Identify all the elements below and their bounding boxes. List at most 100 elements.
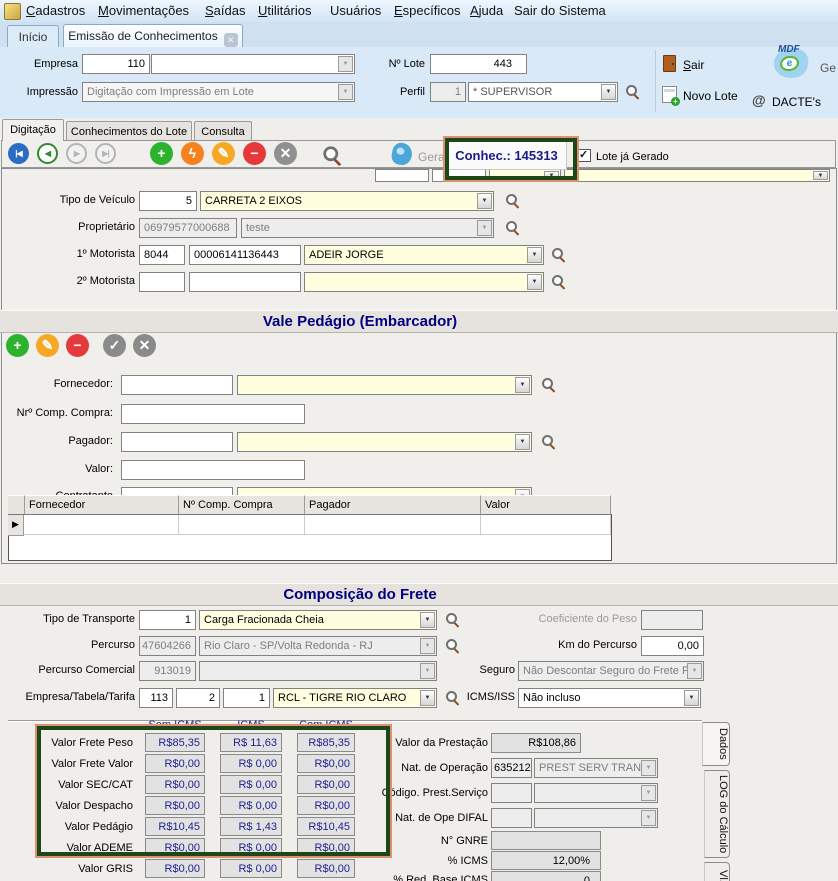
tab-digitacao[interactable]: Digitação — [2, 119, 64, 141]
nav-last-button[interactable]: ▶| — [95, 143, 116, 164]
mdfe-logo[interactable]: MDF e — [768, 44, 818, 82]
empresa-combobox[interactable]: ▼ — [151, 54, 355, 74]
pagador-code-field[interactable] — [121, 432, 233, 452]
clipped-combobox[interactable]: ▼ — [489, 169, 561, 182]
menu-ajuda[interactable]: Ajuda — [470, 3, 503, 18]
dropdown-arrow-icon[interactable]: ▼ — [813, 171, 828, 180]
fornecedor-code-field[interactable] — [121, 375, 233, 395]
tipo-veiculo-combobox[interactable]: CARRETA 2 EIXOS ▼ — [200, 191, 494, 211]
tab-emissao-conhecimentos[interactable]: Emissão de Conhecimentos✕ — [63, 24, 243, 47]
tarifa-combobox[interactable]: RCL - TIGRE RIO CLARO ▼ — [273, 688, 437, 708]
side-tab-dados[interactable]: Dados — [702, 722, 730, 766]
icms-iss-combobox[interactable]: Não incluso ▼ — [518, 688, 701, 708]
dropdown-arrow-icon[interactable]: ▼ — [477, 220, 492, 236]
nat-operacao-combobox[interactable]: PREST SERV TRANSI ▼ — [534, 758, 658, 778]
vp-confirm-button[interactable]: ✓ — [103, 334, 126, 357]
dropdown-arrow-icon[interactable]: ▼ — [477, 193, 492, 209]
sair-button[interactable]: Sair — [683, 58, 704, 72]
clipped-combobox[interactable]: ▼ — [564, 169, 830, 182]
dropdown-arrow-icon[interactable]: ▼ — [641, 785, 656, 801]
clipped-field[interactable] — [432, 169, 486, 182]
cancel-button[interactable]: ✕ — [274, 142, 297, 165]
percurso-combobox[interactable]: Rio Claro - SP/Volta Redonda - RJ ▼ — [199, 636, 437, 656]
dropdown-arrow-icon[interactable]: ▼ — [527, 274, 542, 290]
cod-prest-combobox[interactable]: ▼ — [534, 783, 658, 803]
nat-difal-code-field[interactable] — [491, 808, 532, 828]
percurso-search-icon[interactable] — [445, 638, 461, 654]
dropdown-arrow-icon[interactable]: ▼ — [420, 663, 435, 679]
vp-cancel-button[interactable]: ✕ — [133, 334, 156, 357]
tab-conhecimentos-do-lote[interactable]: Conhecimentos do Lote — [66, 121, 192, 141]
close-tab-icon[interactable]: ✕ — [224, 33, 238, 47]
motorista1-doc-field[interactable]: 00006141136443 — [189, 245, 301, 265]
fornecedor-search-icon[interactable] — [541, 377, 557, 393]
pagador-combobox[interactable]: ▼ — [237, 432, 532, 452]
novo-lote-button[interactable]: Novo Lote — [683, 89, 738, 103]
menu-usuarios[interactable]: Usuários — [330, 3, 381, 18]
dropdown-arrow-icon[interactable]: ▼ — [684, 690, 699, 706]
grid-row-selector[interactable]: ▶ — [8, 515, 24, 536]
gerar-label[interactable]: Gerar — [418, 150, 449, 164]
motorista1-code-field[interactable]: 8044 — [139, 245, 185, 265]
fornecedor-combobox[interactable]: ▼ — [237, 375, 532, 395]
dropdown-arrow-icon[interactable]: ▼ — [338, 56, 353, 72]
vp-insert-button[interactable]: + — [6, 334, 29, 357]
impressao-combobox[interactable]: Digitação com Impressão em Lote ▼ — [82, 82, 355, 102]
grid-header-pagador[interactable]: Pagador — [305, 495, 481, 515]
pagador-search-icon[interactable] — [541, 434, 557, 450]
menu-sair-do-sistema[interactable]: Sair do Sistema — [514, 3, 606, 18]
motorista2-code-field[interactable] — [139, 272, 185, 292]
percurso-code-field[interactable]: 47604266 — [139, 636, 196, 656]
menu-especificos[interactable]: Específicos — [394, 3, 460, 18]
tab-consulta[interactable]: Consulta — [194, 121, 252, 141]
delete-button[interactable]: − — [243, 142, 266, 165]
tipo-transporte-code-field[interactable]: 1 — [139, 610, 196, 630]
dropdown-arrow-icon[interactable]: ▼ — [420, 612, 435, 628]
perfil-search-icon[interactable] — [625, 84, 641, 100]
tipo-veiculo-code-field[interactable]: 5 — [139, 191, 197, 211]
dropdown-arrow-icon[interactable]: ▼ — [515, 434, 530, 450]
dropdown-arrow-icon[interactable]: ▼ — [515, 377, 530, 393]
km-percurso-field[interactable]: 0,00 — [641, 636, 704, 656]
valor-field[interactable] — [121, 460, 305, 480]
grid-header-valor[interactable]: Valor — [481, 495, 611, 515]
grid-header-comp-compra[interactable]: Nº Comp. Compra — [179, 495, 305, 515]
dropdown-arrow-icon[interactable]: ▼ — [527, 247, 542, 263]
dropdown-arrow-icon[interactable]: ▼ — [601, 84, 616, 100]
perfil-combobox[interactable]: * SUPERVISOR ▼ — [468, 82, 618, 102]
percurso-comercial-code-field[interactable]: 913019 — [139, 661, 196, 681]
mdfe-gerar-label[interactable]: Ge — [820, 61, 836, 75]
vp-delete-button[interactable]: − — [66, 334, 89, 357]
grid-cell[interactable] — [481, 515, 611, 535]
tab-inicio[interactable]: Início — [7, 25, 59, 47]
side-tab-log-calculo[interactable]: LOG do Cálculo — [704, 770, 730, 858]
lote-field[interactable]: 443 — [430, 54, 527, 74]
dropdown-arrow-icon[interactable]: ▼ — [687, 663, 702, 679]
clipped-field[interactable] — [375, 169, 429, 182]
dropdown-arrow-icon[interactable]: ▼ — [641, 810, 656, 826]
menu-movimentacoes[interactable]: Movimentações — [98, 3, 189, 18]
motorista2-doc-field[interactable] — [189, 272, 301, 292]
dropdown-arrow-icon[interactable]: ▼ — [420, 690, 435, 706]
tabela-num-field[interactable]: 2 — [176, 688, 220, 708]
grid-header-fornecedor[interactable]: Fornecedor — [25, 495, 179, 515]
lote-gerado-checkbox[interactable]: ✓ — [578, 149, 591, 162]
perfil-code-field[interactable]: 1 — [430, 82, 466, 102]
menu-cadastros[interactable]: Cadastros — [26, 3, 85, 18]
motorista1-search-icon[interactable] — [551, 247, 567, 263]
nat-operacao-code-field[interactable]: 635212 — [491, 758, 532, 778]
toolbar-search-icon[interactable] — [322, 145, 344, 167]
nav-next-button[interactable]: ▶ — [66, 143, 87, 164]
post-lightning-button[interactable]: ϟ — [181, 142, 204, 165]
motorista1-combobox[interactable]: ADEIR JORGE ▼ — [304, 245, 544, 265]
tipo-transporte-search-icon[interactable] — [445, 612, 461, 628]
dropdown-arrow-icon[interactable]: ▼ — [420, 638, 435, 654]
dropdown-arrow-icon[interactable]: ▼ — [544, 171, 559, 180]
dropdown-arrow-icon[interactable]: ▼ — [641, 760, 656, 776]
motorista2-search-icon[interactable] — [551, 274, 567, 290]
comp-compra-field[interactable] — [121, 404, 305, 424]
proprietario-code-field[interactable]: 06979577000688 — [139, 218, 237, 238]
dacte-link[interactable]: DACTE's — [772, 95, 821, 109]
proprietario-combobox[interactable]: teste ▼ — [241, 218, 494, 238]
proprietario-search-icon[interactable] — [505, 220, 521, 236]
